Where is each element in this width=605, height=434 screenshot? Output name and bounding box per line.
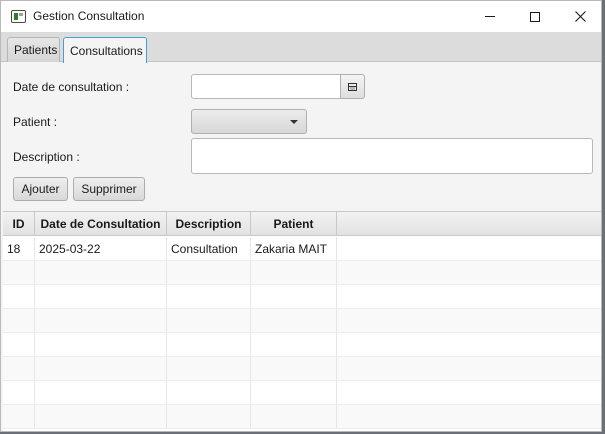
empty-row: [3, 381, 601, 405]
table-header: ID Date de Consultation Description Pati…: [3, 212, 601, 236]
cell-filler: [337, 237, 601, 260]
chevron-down-icon: [290, 120, 298, 124]
column-header-description[interactable]: Description: [167, 212, 251, 236]
table-row[interactable]: 18 2025-03-22 Consultation Zakaria MAIT: [3, 237, 601, 261]
maximize-button[interactable]: [512, 1, 558, 32]
app-window-icon: [11, 10, 26, 23]
title-bar[interactable]: Gestion Consultation: [1, 1, 601, 32]
empty-row: [3, 309, 601, 333]
table-body: 18 2025-03-22 Consultation Zakaria MAIT: [3, 237, 601, 429]
close-button[interactable]: [557, 1, 601, 32]
description-label: Description :: [13, 150, 80, 164]
calendar-icon: [348, 82, 357, 91]
column-header-date[interactable]: Date de Consultation: [35, 212, 167, 236]
empty-row: [3, 285, 601, 309]
cell-patient: Zakaria MAIT: [251, 237, 337, 260]
cell-id: 18: [3, 237, 35, 260]
tab-consultations[interactable]: Consultations: [63, 37, 147, 63]
empty-row: [3, 357, 601, 381]
empty-row: [3, 405, 601, 429]
maximize-icon: [530, 11, 540, 22]
description-field[interactable]: [191, 138, 593, 174]
tab-header: Patients Consultations: [1, 32, 601, 63]
cell-date: 2025-03-22: [35, 237, 167, 260]
minimize-button[interactable]: [467, 1, 513, 32]
delete-button[interactable]: Supprimer: [73, 177, 145, 201]
column-header-filler: [337, 212, 601, 236]
window-title: Gestion Consultation: [33, 9, 145, 23]
add-button[interactable]: Ajouter: [13, 177, 68, 201]
date-picker-button[interactable]: [340, 74, 365, 99]
minimize-icon: [485, 16, 495, 17]
empty-row: [3, 333, 601, 357]
column-header-id[interactable]: ID: [3, 212, 35, 236]
patient-label: Patient :: [13, 115, 58, 129]
consultations-table[interactable]: ID Date de Consultation Description Pati…: [3, 211, 601, 431]
date-label: Date de consultation :: [13, 80, 130, 94]
app-window: Gestion Consultation Patients Consultati…: [0, 0, 602, 432]
tab-patients[interactable]: Patients: [7, 37, 60, 62]
cell-description: Consultation: [167, 237, 251, 260]
patient-select[interactable]: [191, 109, 307, 134]
column-header-patient[interactable]: Patient: [251, 212, 337, 236]
empty-row: [3, 261, 601, 285]
close-icon: [574, 11, 586, 22]
date-field[interactable]: [191, 74, 341, 99]
